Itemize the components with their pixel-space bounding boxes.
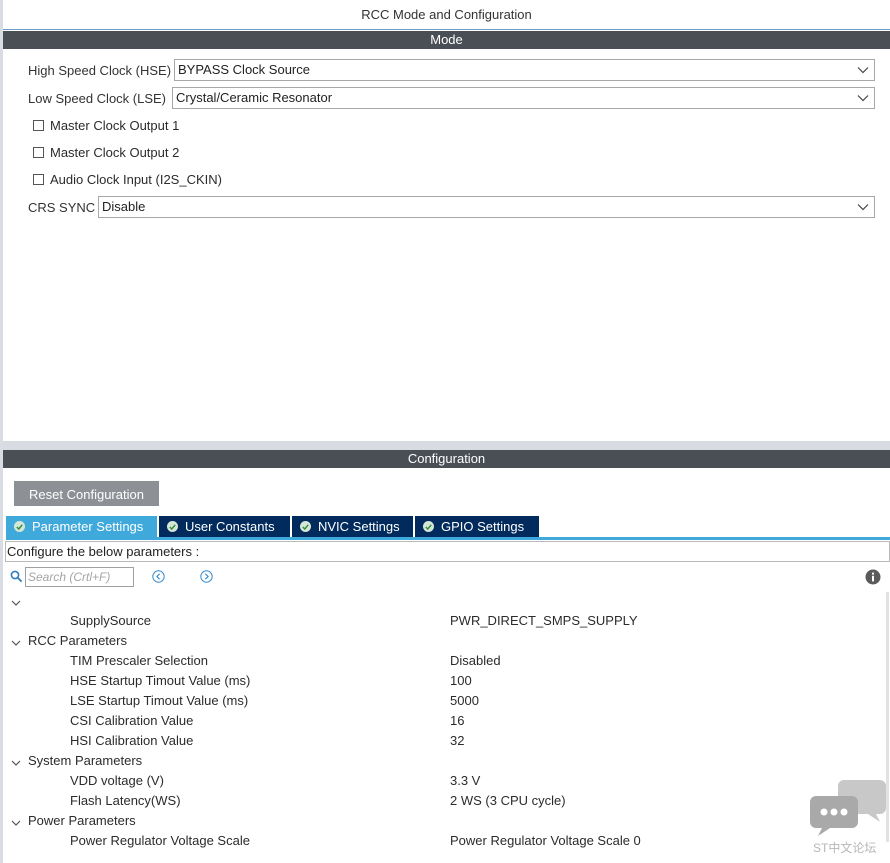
reset-configuration-button[interactable]: Reset Configuration <box>14 481 159 506</box>
parameter-value[interactable]: Power Regulator Voltage Scale 0 <box>450 831 641 851</box>
configuration-header: Configuration <box>3 450 890 468</box>
chevron-down-icon[interactable] <box>10 755 22 767</box>
parameter-name: Power Regulator Voltage Scale <box>70 833 250 848</box>
check-circle-icon <box>14 521 25 532</box>
crs-sync-label: CRS SYNC <box>28 200 96 215</box>
tab-nvic-settings[interactable]: NVIC Settings <box>292 516 413 537</box>
mco1-label: Master Clock Output 1 <box>50 118 180 133</box>
configure-description: Configure the below parameters : <box>5 541 890 562</box>
info-icon[interactable] <box>865 569 881 585</box>
tab-parameter-settings[interactable]: Parameter Settings <box>6 516 157 537</box>
chevron-down-icon <box>856 88 870 108</box>
parameter-name: HSE Startup Timout Value (ms) <box>70 673 251 688</box>
parameter-row[interactable]: Power Regulator Voltage Scale Power Regul… <box>0 831 890 851</box>
splitter[interactable] <box>3 441 890 450</box>
parameter-name: LSE Startup Timout Value (ms) <box>70 693 249 708</box>
parameter-value[interactable]: 2 WS (3 CPU cycle) <box>450 791 566 811</box>
chevron-down-icon[interactable] <box>10 635 22 647</box>
parameter-row[interactable]: SupplySource PWR_DIRECT_SMPS_SUPPLY <box>0 611 890 631</box>
window-title: RCC Mode and Configuration <box>3 0 890 30</box>
tab-user-constants-label: User Constants <box>185 519 275 534</box>
search-bar <box>10 567 134 587</box>
tab-nvic-settings-label: NVIC Settings <box>318 519 400 534</box>
lse-label: Low Speed Clock (LSE) <box>28 91 167 106</box>
crs-sync-value: Disable <box>102 199 146 214</box>
tab-underline <box>6 537 890 540</box>
lse-select[interactable]: Crystal/Ceramic Resonator <box>172 87 875 109</box>
chevron-down-icon[interactable] <box>10 815 22 827</box>
check-circle-icon <box>423 521 434 532</box>
tree-group-row[interactable] <box>0 591 890 611</box>
tree-group-row[interactable]: System Parameters <box>0 751 890 771</box>
chevron-down-icon[interactable] <box>10 595 22 607</box>
parameter-name: HSI Calibration Value <box>70 733 194 748</box>
tree-group-label: System Parameters <box>28 753 143 768</box>
hse-value: BYPASS Clock Source <box>178 62 310 77</box>
config-tabs: Parameter Settings User Constants NVIC S… <box>6 516 541 538</box>
parameter-value[interactable]: 32 <box>450 731 464 751</box>
parameter-value[interactable]: Disabled <box>450 651 501 671</box>
tab-gpio-settings-label: GPIO Settings <box>441 519 525 534</box>
tree-group-row[interactable]: Power Parameters <box>0 811 890 831</box>
audio-clock-checkbox[interactable] <box>33 174 44 185</box>
crs-sync-select[interactable]: Disable <box>98 196 875 218</box>
parameter-row[interactable]: VDD voltage (V) 3.3 V <box>0 771 890 791</box>
parameter-row[interactable]: HSE Startup Timout Value (ms) 100 <box>0 671 890 691</box>
parameter-value[interactable]: PWR_DIRECT_SMPS_SUPPLY <box>450 611 638 631</box>
tab-user-constants[interactable]: User Constants <box>159 516 290 537</box>
lse-value: Crystal/Ceramic Resonator <box>176 90 333 105</box>
parameter-row[interactable]: LSE Startup Timout Value (ms) 5000 <box>0 691 890 711</box>
check-circle-icon <box>300 521 311 532</box>
mco2-row[interactable]: Master Clock Output 2 <box>33 145 179 160</box>
parameter-value[interactable]: 100 <box>450 671 472 691</box>
tab-parameter-settings-label: Parameter Settings <box>32 519 144 534</box>
mco2-checkbox[interactable] <box>33 147 44 158</box>
mco1-row[interactable]: Master Clock Output 1 <box>33 118 179 133</box>
mco1-checkbox[interactable] <box>33 120 44 131</box>
parameter-value[interactable]: 5000 <box>450 691 479 711</box>
parameter-name: CSI Calibration Value <box>70 713 194 728</box>
parameter-name: VDD voltage (V) <box>70 773 164 788</box>
parameter-value[interactable]: 16 <box>450 711 464 731</box>
chevron-down-icon <box>856 197 870 217</box>
parameter-name: Flash Latency(WS) <box>70 793 181 808</box>
tree-group-label: RCC Parameters <box>28 633 127 648</box>
audio-clock-row[interactable]: Audio Clock Input (I2S_CKIN) <box>33 172 222 187</box>
chevron-down-icon <box>856 60 870 80</box>
mco2-label: Master Clock Output 2 <box>50 145 180 160</box>
tree-group-row[interactable]: RCC Parameters <box>0 631 890 651</box>
hse-label: High Speed Clock (HSE) <box>28 63 172 78</box>
parameter-row[interactable]: Flash Latency(WS) 2 WS (3 CPU cycle) <box>0 791 890 811</box>
tab-gpio-settings[interactable]: GPIO Settings <box>415 516 539 537</box>
parameter-value[interactable]: 3.3 V <box>450 771 480 791</box>
parameter-row[interactable]: TIM Prescaler Selection Disabled <box>0 651 890 671</box>
search-icon <box>10 570 24 584</box>
parameter-row[interactable]: CSI Calibration Value 16 <box>0 711 890 731</box>
parameter-name: SupplySource <box>70 613 151 628</box>
search-input[interactable] <box>25 567 134 587</box>
previous-match-button[interactable] <box>152 570 165 583</box>
parameter-row[interactable]: HSI Calibration Value 32 <box>0 731 890 751</box>
watermark-text: ST中文论坛 <box>813 841 877 855</box>
tree-group-label: Power Parameters <box>28 813 136 828</box>
parameter-name: TIM Prescaler Selection <box>70 653 208 668</box>
mode-header: Mode <box>3 31 890 49</box>
audio-clock-label: Audio Clock Input (I2S_CKIN) <box>50 172 222 187</box>
hse-select[interactable]: BYPASS Clock Source <box>174 59 875 81</box>
check-circle-icon <box>167 521 178 532</box>
next-match-button[interactable] <box>200 570 213 583</box>
